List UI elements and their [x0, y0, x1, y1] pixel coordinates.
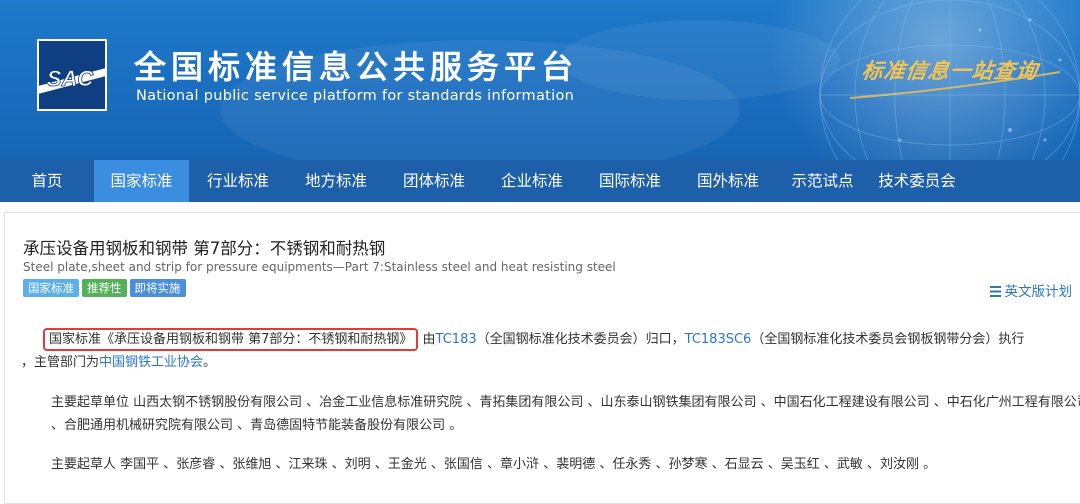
sac-logo[interactable]: SAC [30, 38, 110, 114]
management-paragraph: 国家标准《承压设备用钢板和钢带 第7部分：不锈钢和耐热钢》 由TC183（全国钢… [21, 328, 1080, 374]
nav-item-foreign-standards[interactable]: 国外标准 [679, 160, 777, 202]
text-segment: ，主管部门为 [21, 355, 100, 370]
standard-tags: 国家标准 推荐性 即将实施 [23, 279, 189, 297]
logo-text: SAC [47, 66, 95, 91]
header-banner: SAC 全国标准信息公共服务平台 National public service… [0, 0, 1080, 160]
nav-item-home[interactable]: 首页 [0, 160, 94, 202]
authority-link[interactable]: 中国钢铁工业协会 [99, 355, 203, 370]
main-nav: 首页 国家标准 行业标准 地方标准 团体标准 企业标准 国际标准 国外标准 示范… [0, 160, 1080, 202]
tc183-link[interactable]: TC183 [436, 332, 477, 347]
drafters-paragraph: 主要起草人 李国平 、张彦睿 、张维旭 、江来珠 、刘明 、王金光 、张国信 、… [51, 457, 937, 472]
nav-item-national-standards[interactable]: 国家标准 [94, 160, 189, 202]
tag-upcoming: 即将实施 [129, 279, 186, 297]
text-segment: 。 [203, 355, 217, 370]
list-icon [989, 286, 1001, 297]
nav-item-enterprise-standards[interactable]: 企业标准 [483, 160, 581, 202]
tc183sc6-link[interactable]: TC183SC6 [685, 332, 752, 347]
text-segment: （全国钢标准化技术委员会）归口， [476, 332, 685, 347]
site-title-en: National public service platform for sta… [136, 88, 575, 104]
english-plan-label: 英文版计划 [1004, 284, 1073, 300]
nav-item-group-standards[interactable]: 团体标准 [385, 160, 483, 202]
tag-recommended: 推荐性 [82, 279, 127, 297]
slogan: 标准信息一站查询 [860, 58, 1040, 83]
nav-item-demonstration-pilot[interactable]: 示范试点 [777, 160, 868, 202]
nav-item-local-standards[interactable]: 地方标准 [287, 160, 385, 202]
tag-national-standard: 国家标准 [23, 279, 79, 297]
standard-title-en: Steel plate,sheet and strip for pressure… [23, 260, 616, 274]
text-segment: 由 [418, 332, 436, 347]
drafting-units-paragraph: 主要起草单位 山西太钢不锈钢股份有限公司 、冶金工业信息标准研究院 、青拓集团有… [51, 395, 1080, 433]
highlighted-standard-name: 国家标准《承压设备用钢板和钢带 第7部分：不锈钢和耐热钢》 [43, 328, 419, 351]
nav-item-international-standards[interactable]: 国际标准 [581, 160, 679, 202]
standard-title: 承压设备用钢板和钢带 第7部分：不锈钢和耐热钢 [23, 239, 386, 258]
nav-item-industry-standards[interactable]: 行业标准 [189, 160, 287, 202]
text-segment: （全国钢标准化技术委员会钢板钢带分会）执行 [751, 332, 1025, 347]
site-title: 全国标准信息公共服务平台 [134, 48, 579, 86]
english-plan-link[interactable]: 英文版计划 [989, 280, 1073, 300]
nav-item-technical-committee[interactable]: 技术委员会 [868, 160, 966, 202]
standard-detail-card: 承压设备用钢板和钢带 第7部分：不锈钢和耐热钢 Steel plate,shee… [4, 212, 1080, 504]
